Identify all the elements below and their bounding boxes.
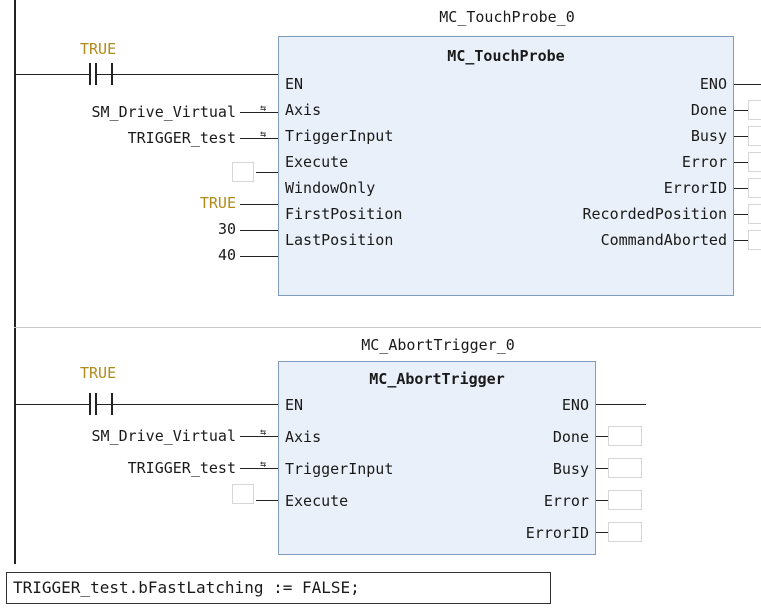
pin-commandaborted: CommandAborted <box>600 231 727 249</box>
output-errorid-box[interactable] <box>748 178 761 198</box>
pin-busy: Busy <box>552 460 589 478</box>
pin-error: Error <box>681 153 727 171</box>
pin-firstposition: FirstPosition <box>285 205 403 223</box>
contact-variable[interactable]: TRUE <box>80 40 116 58</box>
fb-type-name: MC_TouchProbe <box>447 47 565 65</box>
wire <box>240 112 278 113</box>
output-errorid-box[interactable] <box>608 522 642 542</box>
rung-wire <box>16 74 278 75</box>
inout-arrow-icon: ⇆ <box>260 103 267 114</box>
output-error-box[interactable] <box>608 490 642 510</box>
wire <box>256 172 278 173</box>
pin-en: EN <box>285 396 304 414</box>
st-code-line[interactable]: TRIGGER_test.bFastLatching := FALSE; <box>6 572 551 604</box>
input-execute-empty-box[interactable] <box>232 484 254 504</box>
contact-element[interactable] <box>89 393 97 415</box>
wire <box>240 256 278 257</box>
input-firstposition-value[interactable]: 30 <box>218 220 236 238</box>
input-triggerinput-value[interactable]: TRIGGER_test <box>128 459 236 477</box>
fb-mc-aborttrigger[interactable]: MC_AbortTrigger EN Axis TriggerInput Exe… <box>278 361 596 555</box>
wire <box>240 138 278 139</box>
contact-variable[interactable]: TRUE <box>80 364 116 382</box>
fb-mc-touchprobe[interactable]: MC_TouchProbe EN Axis TriggerInput Execu… <box>278 36 734 296</box>
input-axis-value[interactable]: SM_Drive_Virtual <box>92 427 237 445</box>
wire <box>240 436 278 437</box>
pin-busy: Busy <box>690 127 727 145</box>
eno-wire <box>596 404 646 405</box>
rung-wire <box>16 404 278 405</box>
input-triggerinput-value[interactable]: TRIGGER_test <box>128 129 236 147</box>
output-done-box[interactable] <box>748 100 761 120</box>
output-done-box[interactable] <box>608 426 642 446</box>
pin-recordedposition: RecordedPosition <box>582 205 728 223</box>
contact-element-right <box>111 393 113 415</box>
input-execute-empty-box[interactable] <box>232 162 254 182</box>
output-recordedposition-box[interactable] <box>748 204 761 224</box>
pin-axis: Axis <box>285 101 322 119</box>
fb-instance-name[interactable]: MC_TouchProbe_0 <box>280 8 734 26</box>
input-windowonly-value[interactable]: TRUE <box>200 194 236 212</box>
pin-done: Done <box>690 101 727 119</box>
output-error-box[interactable] <box>748 152 761 172</box>
wire <box>240 468 278 469</box>
pin-done: Done <box>552 428 589 446</box>
wire <box>240 230 278 231</box>
output-commandaborted-box[interactable] <box>748 230 761 250</box>
pin-execute: Execute <box>285 492 349 510</box>
pin-windowonly: WindowOnly <box>285 179 376 197</box>
pin-eno: ENO <box>699 75 727 93</box>
power-rail <box>14 0 16 564</box>
inout-arrow-icon: ⇆ <box>260 459 267 470</box>
output-busy-box[interactable] <box>608 458 642 478</box>
contact-element[interactable] <box>89 63 97 85</box>
pin-eno: ENO <box>561 396 589 414</box>
contact-element-right <box>111 63 113 85</box>
wire <box>240 204 278 205</box>
fb-type-name: MC_AbortTrigger <box>369 370 505 388</box>
pin-lastposition: LastPosition <box>285 231 394 249</box>
rung-separator <box>14 327 761 328</box>
input-axis-value[interactable]: SM_Drive_Virtual <box>92 103 237 121</box>
pin-triggerinput: TriggerInput <box>285 127 394 145</box>
inout-arrow-icon: ⇆ <box>260 129 267 140</box>
inout-arrow-icon: ⇆ <box>260 427 267 438</box>
pin-en: EN <box>285 75 304 93</box>
wire <box>256 500 278 501</box>
pin-axis: Axis <box>285 428 322 446</box>
input-lastposition-value[interactable]: 40 <box>218 246 236 264</box>
pin-triggerinput: TriggerInput <box>285 460 394 478</box>
pin-errorid: ErrorID <box>663 179 727 197</box>
eno-wire <box>734 84 761 85</box>
output-busy-box[interactable] <box>748 126 761 146</box>
pin-errorid: ErrorID <box>525 524 589 542</box>
fb-instance-name[interactable]: MC_AbortTrigger_0 <box>280 336 596 354</box>
pin-error: Error <box>543 492 589 510</box>
pin-execute: Execute <box>285 153 349 171</box>
